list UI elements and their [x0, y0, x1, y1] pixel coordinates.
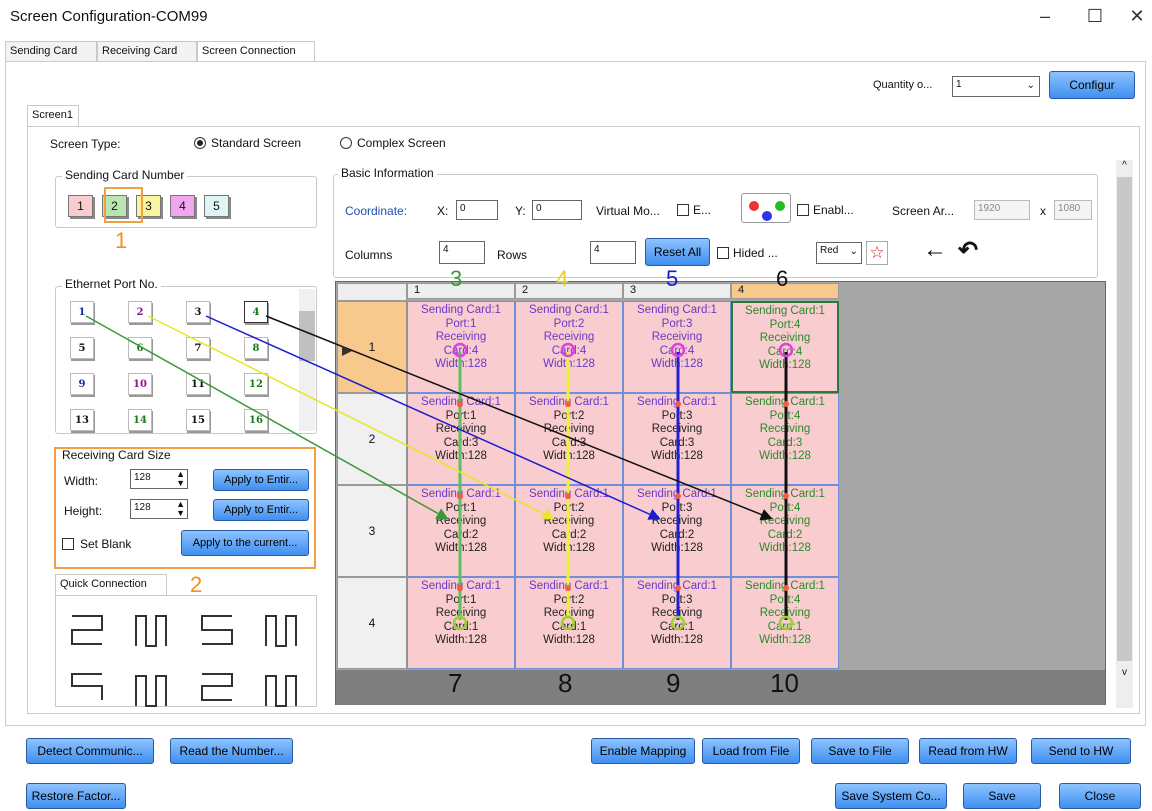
read-number-button[interactable]: Read the Number...: [170, 738, 293, 764]
annotation-10: 10: [770, 668, 799, 698]
port-4-arrow: [265, 315, 773, 521]
row-pointer-icon: [342, 346, 352, 356]
save-button[interactable]: Save: [963, 783, 1041, 809]
joint-marker: [675, 493, 681, 499]
annotation-8: 8: [558, 668, 573, 698]
joint-marker: [565, 401, 571, 407]
annotation-3: 3: [450, 266, 463, 291]
port-1-arrow: [85, 315, 449, 520]
joint-marker: [457, 585, 463, 591]
enable-mapping-button[interactable]: Enable Mapping: [591, 738, 695, 764]
annotation-5: 5: [666, 266, 679, 291]
joint-marker: [457, 401, 463, 407]
save-to-file-button[interactable]: Save to File: [811, 738, 909, 764]
joint-marker: [675, 585, 681, 591]
joint-marker: [565, 585, 571, 591]
joint-marker: [457, 493, 463, 499]
annotation-7: 7: [448, 668, 463, 698]
joint-marker: [565, 493, 571, 499]
annotation-9: 9: [666, 668, 681, 698]
port-2-arrow: [147, 315, 555, 520]
send-to-hw-button[interactable]: Send to HW: [1031, 738, 1131, 764]
read-from-hw-button[interactable]: Read from HW: [919, 738, 1017, 764]
annotation-4: 4: [556, 266, 569, 291]
restore-factory-button[interactable]: Restore Factor...: [26, 783, 126, 809]
joint-marker: [783, 493, 789, 499]
detect-communication-button[interactable]: Detect Communic...: [26, 738, 154, 764]
save-system-config-button[interactable]: Save System Co...: [835, 783, 947, 809]
joint-marker: [783, 585, 789, 591]
load-from-file-button[interactable]: Load from File: [702, 738, 800, 764]
annotation-6: 6: [776, 266, 789, 291]
connection-arrows: [85, 315, 794, 631]
port-3-arrow: [205, 315, 661, 520]
joint-marker: [783, 401, 789, 407]
joint-marker: [675, 401, 681, 407]
close-button[interactable]: Close: [1059, 783, 1141, 809]
